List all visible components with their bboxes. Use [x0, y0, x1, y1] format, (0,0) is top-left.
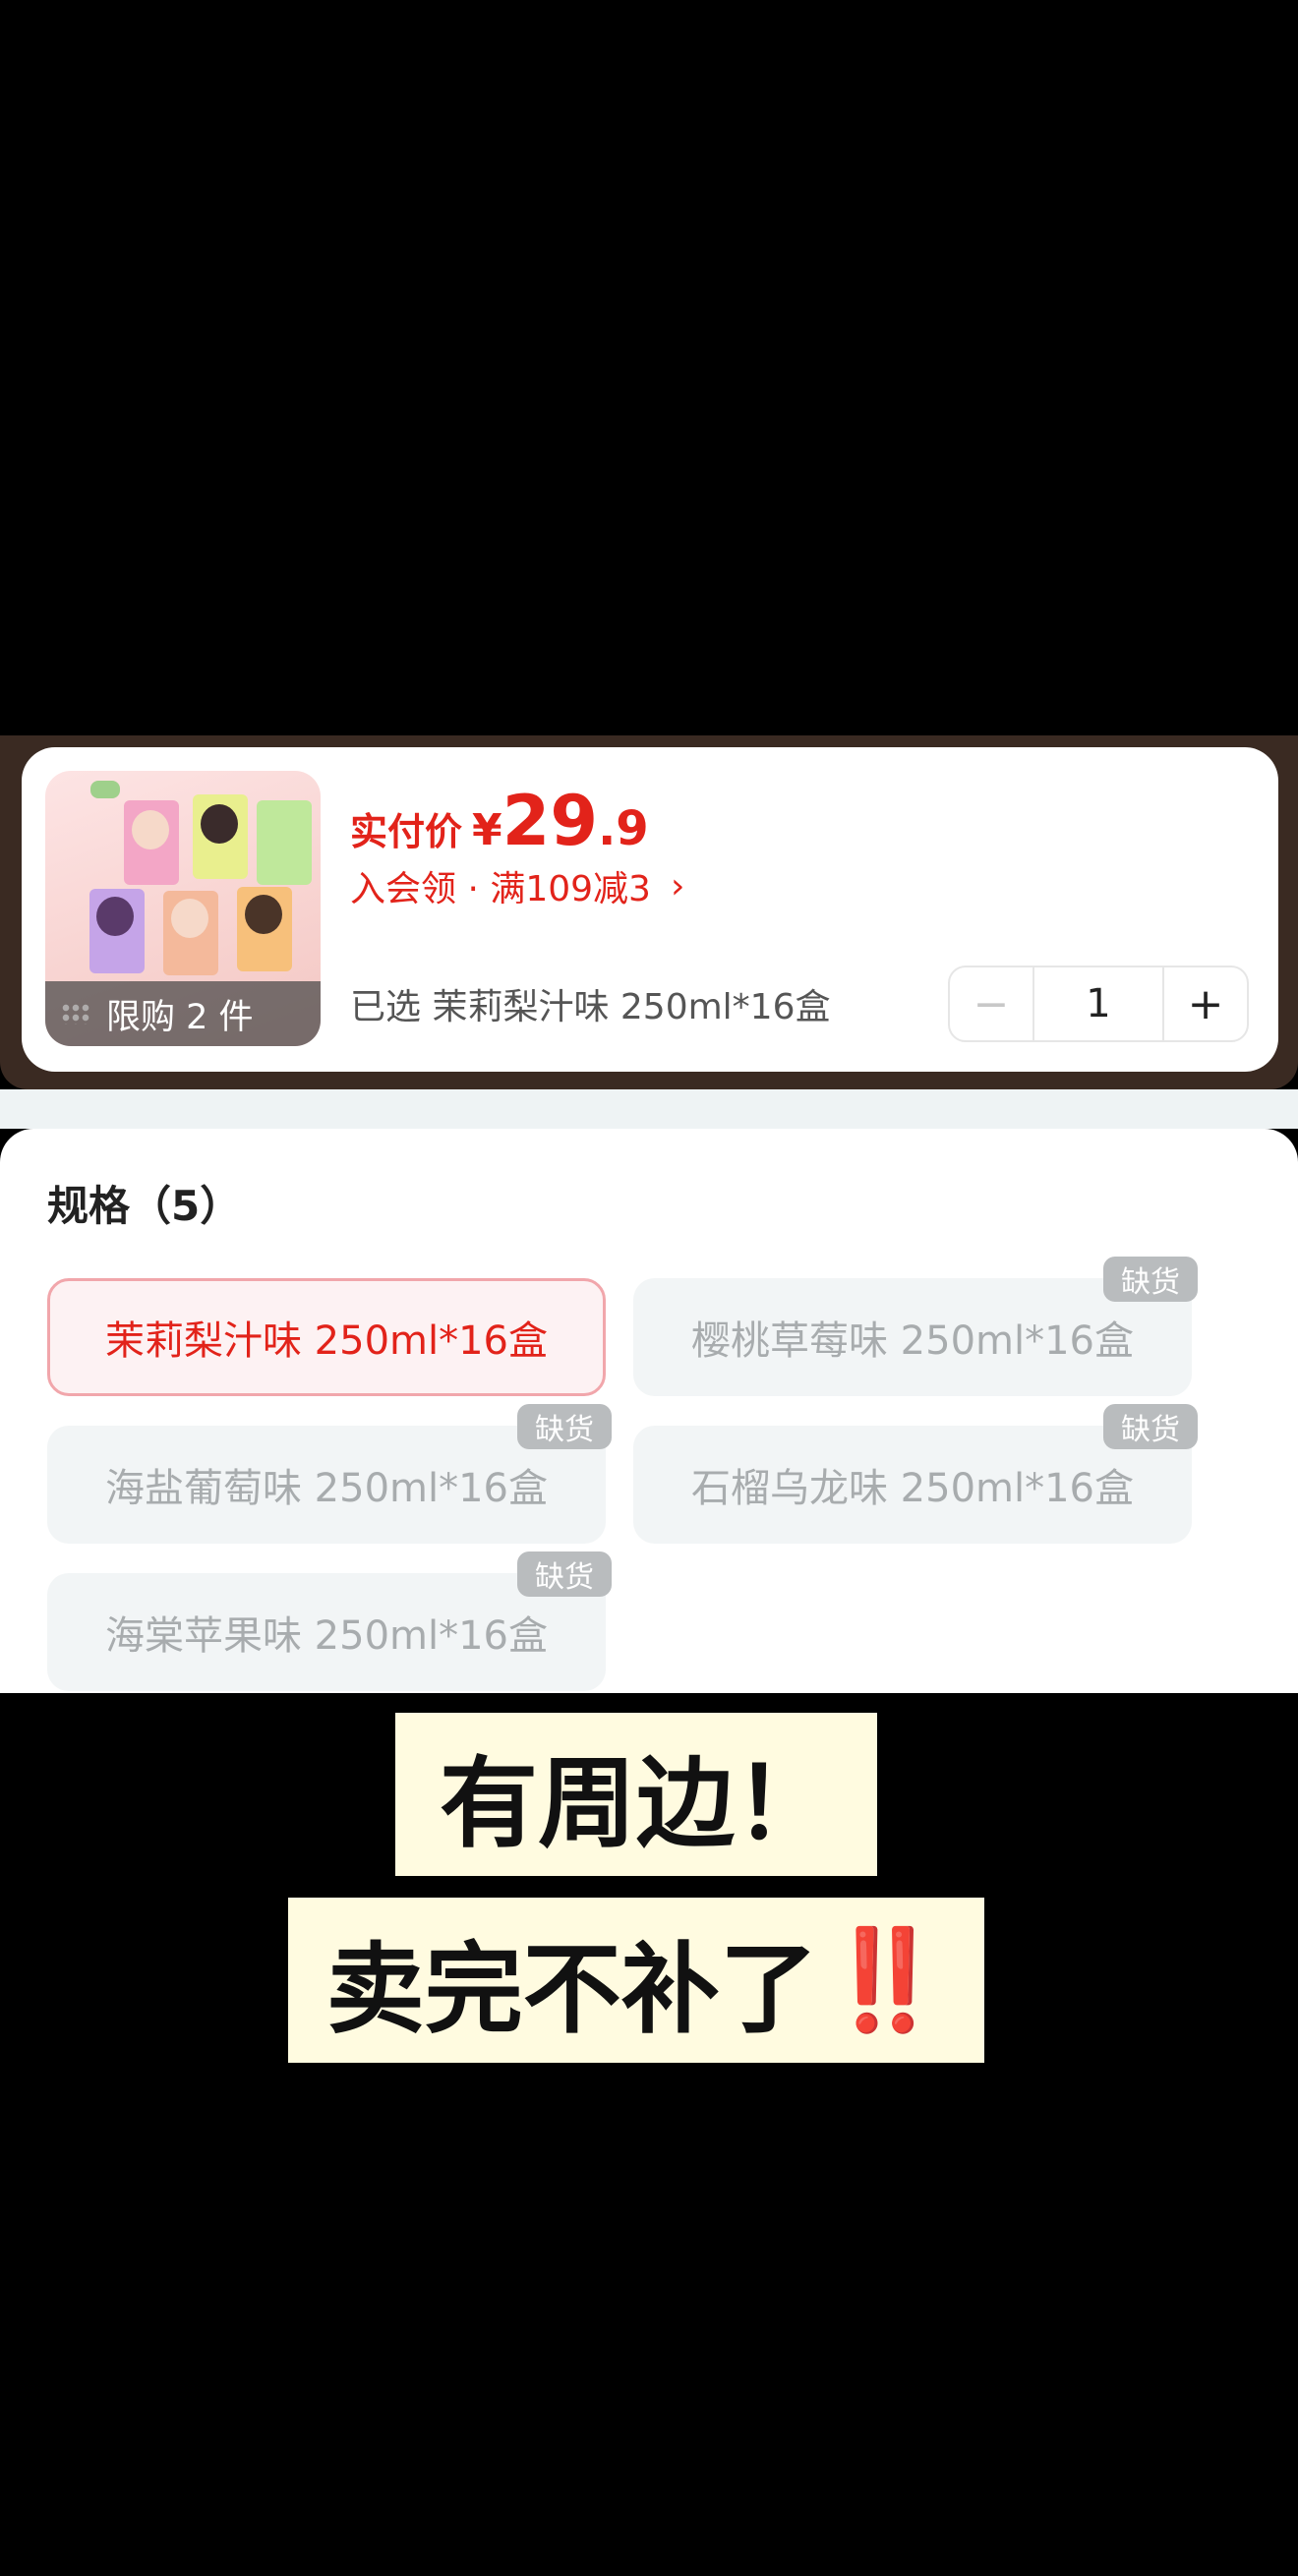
- caption-line-1: 有周边！: [395, 1713, 877, 1876]
- portrait-image: [245, 895, 282, 934]
- spec-option-label: 石榴乌龙味 250ml*16盒: [690, 1466, 1135, 1511]
- spec-option[interactable]: 海盐葡萄味 250ml*16盒 缺货: [47, 1404, 612, 1544]
- price-row: 实付价 ¥ 29 .9: [350, 781, 649, 861]
- caption-line-2: 卖完不补了 ‼️: [288, 1898, 984, 2063]
- spec-option[interactable]: 石榴乌龙味 250ml*16盒 缺货: [633, 1404, 1198, 1544]
- product-summary-card: 限购 2 件 实付价 ¥ 29 .9 入会领 · 满109减3 › 已选 茉莉梨…: [22, 747, 1278, 1072]
- spec-option-label: 海盐葡萄味 250ml*16盒: [104, 1466, 549, 1511]
- out-of-stock-badge: 缺货: [1103, 1404, 1198, 1449]
- spec-option[interactable]: 海棠苹果味 250ml*16盒 缺货: [47, 1551, 612, 1691]
- quantity-stepper[interactable]: − 1 +: [948, 966, 1249, 1042]
- portrait-image: [201, 804, 238, 844]
- spec-panel: 规格（5） 茉莉梨汁味 250ml*16盒 樱桃草莓味 250ml*16盒 缺货…: [0, 1129, 1298, 1693]
- price-integer: 29: [502, 781, 599, 861]
- spec-option-label: 海棠苹果味 250ml*16盒: [104, 1613, 549, 1659]
- spec-section-title: 规格（5）: [47, 1182, 242, 1230]
- quantity-value[interactable]: 1: [1034, 981, 1162, 1026]
- selected-variant-text: 已选 茉莉梨汁味 250ml*16盒: [350, 987, 831, 1027]
- spec-option-label: 樱桃草莓味 250ml*16盒: [690, 1318, 1135, 1364]
- spec-option[interactable]: 茉莉梨汁味 250ml*16盒: [47, 1278, 606, 1396]
- product-pack-image: [257, 800, 312, 885]
- price-currency: ¥: [472, 805, 502, 855]
- portrait-image: [171, 899, 208, 938]
- product-thumbnail[interactable]: 限购 2 件: [45, 771, 321, 1046]
- minus-icon[interactable]: −: [950, 967, 1034, 1040]
- out-of-stock-badge: 缺货: [517, 1404, 612, 1449]
- promo-text: 入会领 · 满109减3: [350, 869, 651, 909]
- video-top-area: [0, 0, 1298, 735]
- double-exclamation-icon: ‼️: [823, 1922, 947, 2037]
- price-label: 实付价: [350, 810, 463, 853]
- spec-option[interactable]: 樱桃草莓味 250ml*16盒 缺货: [633, 1257, 1198, 1396]
- plus-icon[interactable]: +: [1162, 967, 1247, 1040]
- price-decimal: .9: [598, 801, 649, 856]
- divider-strip: [0, 1089, 1298, 1129]
- portrait-image: [96, 897, 134, 936]
- spec-option-label: 茉莉梨汁味 250ml*16盒: [104, 1318, 549, 1364]
- membership-promo-link[interactable]: 入会领 · 满109减3 ›: [350, 860, 684, 911]
- brand-logo: [90, 781, 120, 798]
- chevron-right-icon: ›: [670, 865, 685, 907]
- portrait-image: [132, 810, 169, 849]
- caption-text-2: 卖完不补了: [325, 1931, 818, 2047]
- purchase-limit-text: 限购 2 件: [106, 997, 254, 1037]
- caption-text-1: 有周边！: [440, 1745, 833, 1861]
- out-of-stock-badge: 缺货: [1103, 1257, 1198, 1302]
- out-of-stock-badge: 缺货: [517, 1551, 612, 1597]
- dots-icon: [61, 1003, 90, 1025]
